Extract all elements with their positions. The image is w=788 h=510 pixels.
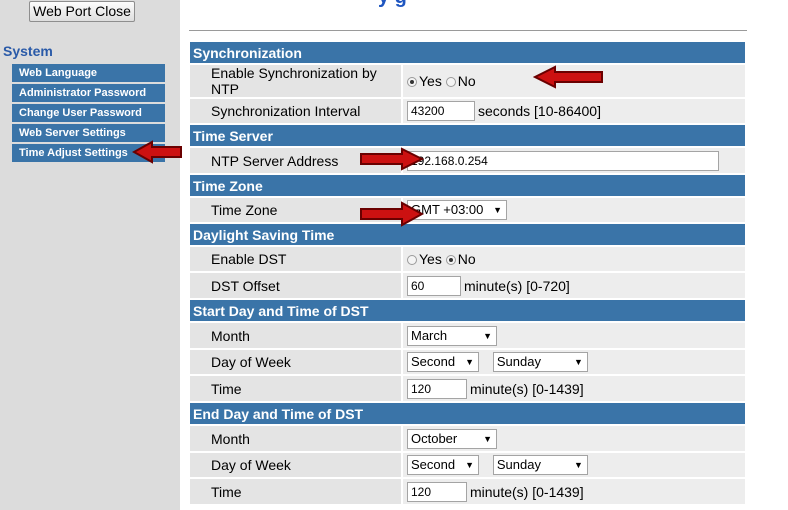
start-dow-label: Day of Week [190,350,401,374]
ntp-sync-yes-label: Yes [419,73,442,89]
start-day-value: Sunday [496,354,541,369]
start-day-select[interactable]: Sunday ▼ [492,352,588,372]
dst-no-label: No [457,251,476,267]
caret-down-icon: ▼ [483,433,492,444]
arrow-icon [132,140,182,164]
end-month-select[interactable]: October ▼ [407,428,497,449]
page-title: y g [378,0,407,9]
start-time-unit: minute(s) [0-1439] [470,380,584,397]
section-time-server: Time Server [190,125,745,146]
end-time-label: Time [190,479,401,504]
ntp-sync-label: Enable Synchronization by NTP [190,65,401,97]
caret-down-icon: ▼ [465,357,474,367]
ntp-sync-no-radio[interactable] [445,77,456,87]
end-month-label: Month [190,426,401,451]
section-dst: Daylight Saving Time [190,224,745,245]
start-month-value: March [411,327,448,343]
section-time-zone: Time Zone [190,175,745,196]
section-synchronization: Synchronization [190,42,745,63]
sidebar-title: System [3,43,53,59]
ntp-sync-yes-radio[interactable] [407,77,417,87]
start-week-value: Second [411,354,456,369]
dst-offset-unit: minute(s) [0-720] [464,277,570,294]
end-dow-label: Day of Week [190,453,401,477]
sync-interval-input[interactable]: 43200 [407,101,475,121]
settings-table: Synchronization Enable Synchronization b… [188,40,747,506]
sidebar-item-change-user-password[interactable]: Change User Password [12,104,165,122]
dst-yes-label: Yes [419,251,442,267]
end-day-value: Sunday [496,457,541,472]
web-port-close-button[interactable]: Web Port Close [29,1,135,22]
caret-down-icon: ▼ [483,330,492,341]
dst-offset-input[interactable]: 60 [407,275,461,296]
caret-down-icon: ▼ [573,460,583,470]
start-week-select[interactable]: Second ▼ [407,352,479,372]
caret-down-icon: ▼ [573,357,583,367]
section-dst-end: End Day and Time of DST [190,403,745,424]
end-day-select[interactable]: Sunday ▼ [492,455,588,475]
dst-yes-radio[interactable] [407,255,417,265]
arrow-icon [360,201,424,227]
ntp-sync-no-label: No [457,73,476,89]
start-time-label: Time [190,376,401,401]
start-month-select[interactable]: March ▼ [407,325,497,346]
caret-down-icon: ▼ [465,460,474,470]
sync-interval-unit: seconds [10-86400] [478,103,601,119]
end-time-unit: minute(s) [0-1439] [470,483,584,500]
enable-dst-label: Enable DST [190,247,401,271]
dst-offset-label: DST Offset [190,273,401,298]
ntp-server-input[interactable]: 192.168.0.254 [407,150,719,171]
sidebar-item-web-language[interactable]: Web Language [12,64,165,82]
sidebar: Web Port Close System Web Language Admin… [0,0,180,510]
section-dst-start: Start Day and Time of DST [190,300,745,321]
dst-no-radio[interactable] [445,255,456,265]
arrow-icon [533,65,603,89]
sync-interval-label: Synchronization Interval [190,99,401,123]
end-week-select[interactable]: Second ▼ [407,455,479,475]
end-time-input[interactable]: 120 [407,481,467,502]
start-month-label: Month [190,323,401,348]
divider [189,30,747,31]
caret-down-icon: ▼ [493,205,502,215]
end-week-value: Second [411,457,456,472]
start-time-input[interactable]: 120 [407,378,467,399]
arrow-icon [360,147,424,171]
sidebar-item-administrator-password[interactable]: Administrator Password [12,84,165,102]
enable-dst-options: Yes No [403,247,745,271]
end-month-value: October [411,430,458,446]
